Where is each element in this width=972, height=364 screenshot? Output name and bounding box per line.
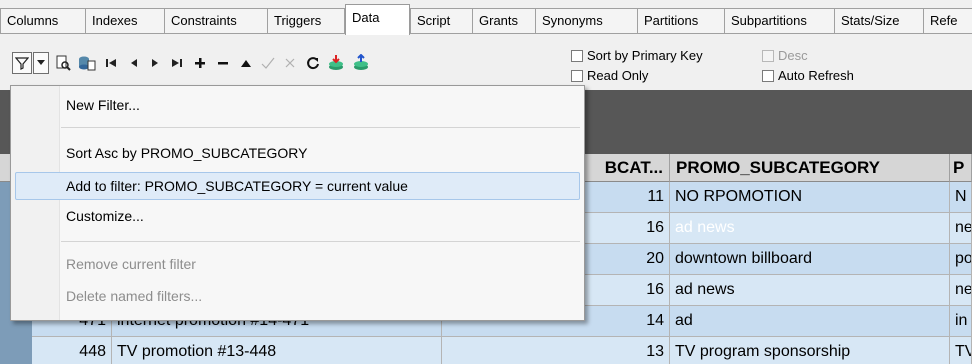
sort-by-primary-key-label: Sort by Primary Key <box>587 48 703 63</box>
tab-partitions[interactable]: Partitions <box>637 8 725 34</box>
menu-item-add-to-filter[interactable]: Add to filter: PROMO_SUBCATEGORY = curre… <box>66 178 408 194</box>
cell-subcategory[interactable]: ad news <box>670 275 950 306</box>
tab-script[interactable]: Script <box>410 8 473 34</box>
tab-grants[interactable]: Grants <box>472 8 536 34</box>
menu-item-sort-asc[interactable]: Sort Asc by PROMO_SUBCATEGORY <box>66 145 307 161</box>
first-record-icon[interactable] <box>101 52 121 74</box>
export-data-icon[interactable] <box>351 52 371 74</box>
cell-category[interactable]: TV <box>950 337 972 364</box>
sort-by-primary-key-checkbox[interactable]: Sort by Primary Key <box>571 48 703 63</box>
menu-item-new-filter[interactable]: New Filter... <box>66 97 140 113</box>
column-header-promo-subcategory[interactable]: PROMO_SUBCATEGORY <box>670 154 950 182</box>
tab-indexes[interactable]: Indexes <box>85 8 165 34</box>
tab-synonyms[interactable]: Synonyms <box>535 8 638 34</box>
prior-record-icon[interactable] <box>124 52 144 74</box>
cell-category[interactable]: ne <box>950 213 972 244</box>
tab-references[interactable]: Refe <box>923 8 972 34</box>
tab-triggers[interactable]: Triggers <box>267 8 345 34</box>
menu-icon-gutter <box>11 86 60 320</box>
data-toolbar: Sort by Primary Key Desc Read Only Auto … <box>0 34 972 90</box>
column-header-promo-category[interactable]: P <box>950 154 972 182</box>
checkbox-box <box>762 49 774 62</box>
refresh-icon[interactable] <box>303 52 323 74</box>
cancel-edit-icon[interactable] <box>280 52 300 74</box>
menu-separator <box>61 241 580 242</box>
cell-category[interactable]: N <box>950 182 972 213</box>
desc-label: Desc <box>778 48 808 63</box>
cell-subcategory-selected[interactable]: ad news <box>670 213 950 244</box>
cell-id[interactable]: 448 <box>32 337 112 364</box>
cell-subcategory[interactable]: NO RPOMOTION <box>670 182 950 213</box>
read-only-label: Read Only <box>587 68 649 83</box>
database-link-icon[interactable] <box>77 52 97 74</box>
cell-subcategory[interactable]: TV program sponsorship <box>670 337 950 364</box>
filter-dropdown-icon[interactable] <box>33 52 49 74</box>
last-record-icon[interactable] <box>167 52 187 74</box>
tab-columns[interactable]: Columns <box>0 8 86 34</box>
import-data-icon[interactable] <box>326 52 346 74</box>
cell-category[interactable]: po <box>950 244 972 275</box>
tab-strip: Columns Indexes Constraints Triggers Dat… <box>0 0 972 35</box>
tab-data[interactable]: Data <box>345 4 410 35</box>
cell-category[interactable]: in <box>950 306 972 337</box>
tab-stats-size[interactable]: Stats/Size <box>834 8 924 34</box>
filter-icon[interactable] <box>12 52 32 74</box>
cell-subcategory-id[interactable]: 13 <box>442 337 670 364</box>
edit-record-icon[interactable] <box>236 52 256 74</box>
read-only-checkbox[interactable]: Read Only <box>571 68 648 83</box>
tab-constraints[interactable]: Constraints <box>164 8 268 34</box>
auto-refresh-checkbox[interactable]: Auto Refresh <box>762 68 854 83</box>
checkbox-box <box>571 49 583 62</box>
cell-subcategory[interactable]: ad <box>670 306 950 337</box>
menu-separator <box>61 127 580 128</box>
cell-category[interactable]: ne <box>950 275 972 306</box>
delete-record-icon[interactable] <box>213 52 233 74</box>
desc-checkbox[interactable]: Desc <box>762 48 808 63</box>
next-record-icon[interactable] <box>145 52 165 74</box>
post-edit-icon[interactable] <box>258 52 278 74</box>
checkbox-box <box>762 69 774 82</box>
filter-popup-menu: New Filter... Sort Asc by PROMO_SUBCATEG… <box>10 85 585 321</box>
checkbox-box <box>571 69 583 82</box>
find-record-icon[interactable] <box>53 52 73 74</box>
table-row[interactable]: 448 TV promotion #13-448 13 TV program s… <box>0 337 972 364</box>
menu-item-remove-current-filter[interactable]: Remove current filter <box>66 256 196 272</box>
insert-record-icon[interactable] <box>190 52 210 74</box>
menu-item-delete-named-filters[interactable]: Delete named filters... <box>66 288 202 304</box>
tab-subpartitions[interactable]: Subpartitions <box>724 8 835 34</box>
cell-promo-name[interactable]: TV promotion #13-448 <box>112 337 442 364</box>
menu-item-customize[interactable]: Customize... <box>66 208 144 224</box>
auto-refresh-label: Auto Refresh <box>778 68 854 83</box>
cell-subcategory[interactable]: downtown billboard <box>670 244 950 275</box>
